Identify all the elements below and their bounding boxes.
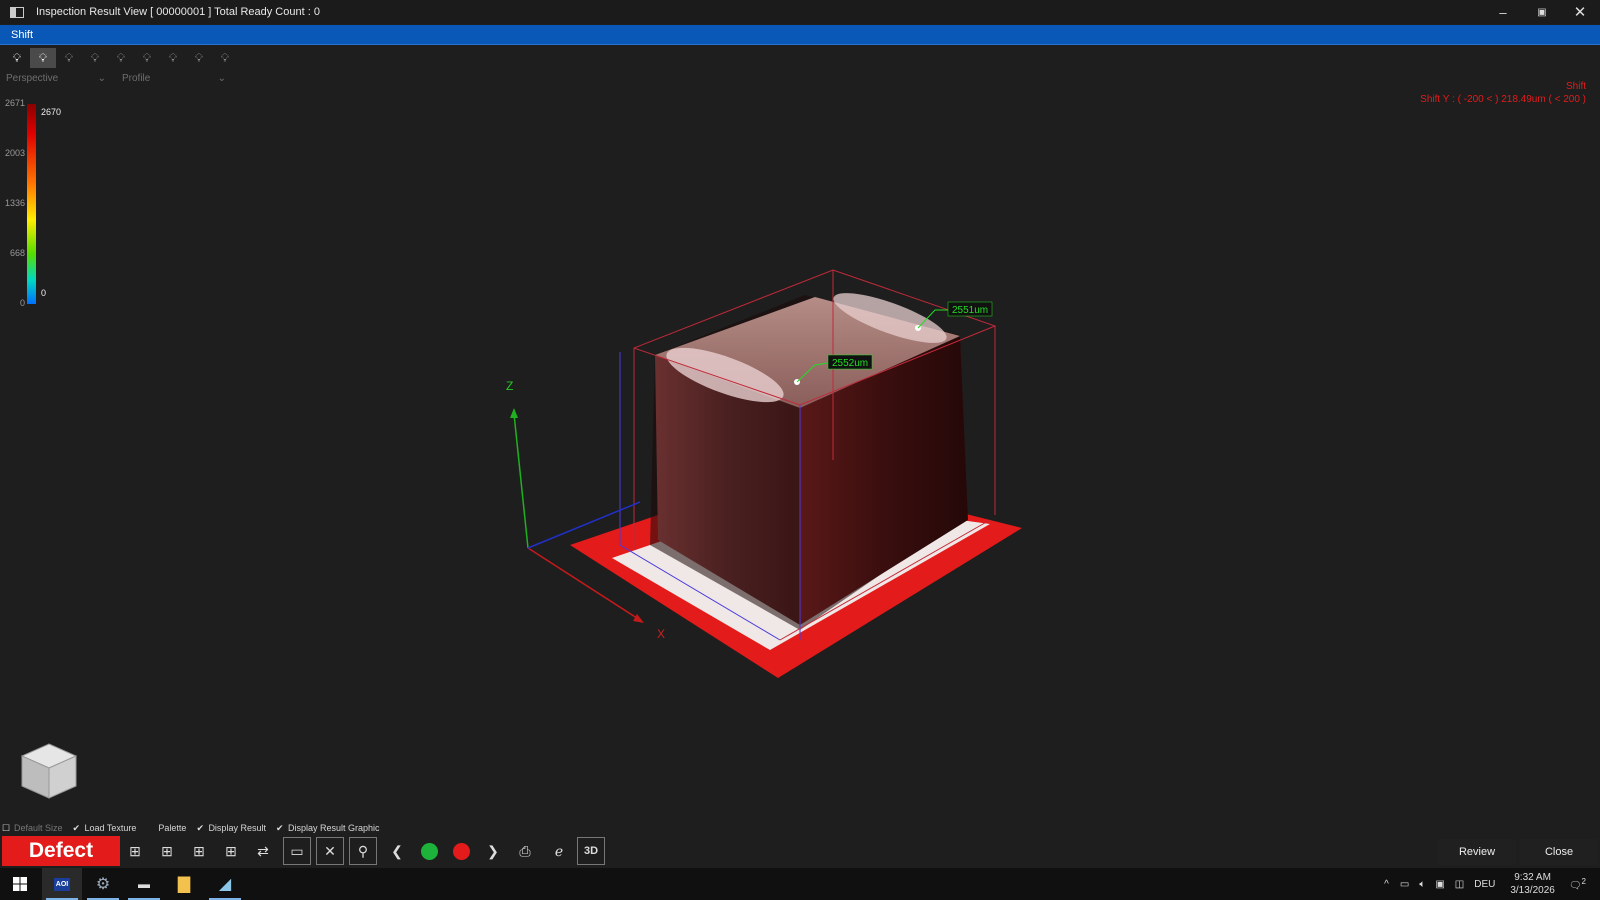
checkmark-icon: ✔ xyxy=(275,822,284,833)
bulb-icon[interactable]: 💡︎ xyxy=(82,48,108,68)
bulb-icon[interactable]: 💡︎ xyxy=(186,48,212,68)
delete-icon[interactable]: ✕ xyxy=(316,837,344,865)
gear-app-icon: ⚙ xyxy=(95,876,111,893)
title-bar: Inspection Result View [ 00000001 ] Tota… xyxy=(0,0,1600,24)
minimize-button[interactable]: – xyxy=(1484,0,1522,24)
roi-select-icon[interactable]: ▭ xyxy=(283,837,311,865)
notifications-icon[interactable]: 🗨︎2 xyxy=(1569,877,1586,891)
bulb-icon[interactable]: 💡︎ xyxy=(160,48,186,68)
3d-view-button[interactable]: 3D xyxy=(577,837,605,865)
clock-date: 3/13/2026 xyxy=(1510,885,1555,896)
bottom-toolbar: Defect ⊞ ⊞ ⊞ ⊞ ⇄ ▭ ✕ ⚲ ❮ ❯ ⎙ ℯ 3D Review… xyxy=(0,836,1600,868)
grid-1x1-icon[interactable]: ⊞ xyxy=(121,837,149,865)
palette-checkbox[interactable]: Palette xyxy=(146,823,186,833)
chevron-down-icon: ⌄ xyxy=(217,72,226,84)
chevron-up-icon[interactable]: ^ xyxy=(1384,879,1389,890)
axis-z-label: Z xyxy=(506,379,513,393)
review-button[interactable]: Review xyxy=(1438,839,1516,865)
window-title: Inspection Result View [ 00000001 ] Tota… xyxy=(36,6,320,18)
checkmark-icon: ✔ xyxy=(196,822,204,833)
taskbar-app-aoi[interactable]: AOI xyxy=(42,868,82,900)
restore-button[interactable]: ▣ xyxy=(1523,0,1561,24)
display-result-graphic-checkbox[interactable]: ✔ Display Result Graphic xyxy=(276,823,380,833)
next-arrow-icon[interactable]: ❯ xyxy=(479,837,507,865)
mode-bar: Shift xyxy=(0,25,1600,45)
print-icon[interactable]: ⎙ xyxy=(511,837,539,865)
grid-4x4-icon[interactable]: ⊞ xyxy=(217,837,245,865)
red-dot-icon xyxy=(452,842,470,860)
taskbar-app-notes[interactable]: ◢ xyxy=(205,868,245,900)
folder-icon: ▇ xyxy=(177,876,191,893)
display-result-checkbox[interactable]: ✔ Display Result xyxy=(196,823,266,833)
bulb-h-icon[interactable]: 💡︎ xyxy=(56,48,82,68)
swap-icon[interactable]: ⇄ xyxy=(249,837,277,865)
taskbar: AOI ⚙ ▬ ▇ ◢ ^ ▭ 🔈︎ ▣ ◫ DEU 9:32 AM 3/13/… xyxy=(0,868,1600,900)
checkmark-icon: ✔ xyxy=(72,822,81,833)
windows-icon xyxy=(13,877,27,891)
start-button[interactable] xyxy=(0,868,40,900)
grid-2x2-icon[interactable]: ⊞ xyxy=(153,837,181,865)
aoi-app-icon: AOI xyxy=(53,877,71,891)
network-icon[interactable]: ▣ xyxy=(1435,879,1444,890)
defect-result-badge: Defect xyxy=(2,836,120,866)
default-size-checkbox[interactable]: ☐ Default Size xyxy=(2,823,63,833)
prev-arrow-icon[interactable]: ❮ xyxy=(383,837,411,865)
measure-back-label: 2551um xyxy=(952,305,988,316)
lighting-toolbar: 💡︎ 💡︎ 💡︎ 💡︎ 💡︎ 💡︎ 💡︎ 💡︎ 💡︎ xyxy=(4,48,238,68)
bulb-icon[interactable]: 💡︎ xyxy=(30,48,56,68)
system-tray: ^ ▭ 🔈︎ ▣ ◫ DEU 9:32 AM 3/13/2026 🗨︎2 xyxy=(1378,868,1600,900)
taskbar-app-viewer[interactable]: ⚙ xyxy=(83,868,123,900)
search-icon[interactable]: ⚲ xyxy=(349,837,377,865)
notes-app-icon: ◢ xyxy=(218,876,232,893)
view-mode-value: Perspective xyxy=(6,72,59,84)
language-indicator[interactable]: DEU xyxy=(1474,879,1495,890)
notification-count: 2 xyxy=(1581,876,1586,886)
mode-label: Shift xyxy=(11,29,34,41)
app-icon xyxy=(10,6,24,18)
measure-front-label: 2552um xyxy=(832,358,868,369)
bulb-icon[interactable]: 💡︎ xyxy=(4,48,30,68)
fail-button[interactable] xyxy=(447,837,475,865)
axis-x-label: X xyxy=(657,627,665,641)
display-options: ☐ Default Size ✔ Load Texture Palette ✔ Dis… xyxy=(2,821,390,835)
clock[interactable]: 9:32 AM 3/13/2026 xyxy=(1510,871,1555,897)
bulb-c-icon[interactable]: 💡︎ xyxy=(134,48,160,68)
checkbox-icon xyxy=(146,824,155,833)
green-dot-icon xyxy=(420,842,438,860)
close-window-button[interactable]: ✕ xyxy=(1561,0,1599,24)
battery-icon[interactable]: ▭ xyxy=(1400,879,1409,890)
security-icon[interactable]: ◫ xyxy=(1455,879,1464,890)
browser-icon[interactable]: ℯ xyxy=(545,837,573,865)
taskbar-app-explorer[interactable]: ▇ xyxy=(164,868,204,900)
profile-select[interactable]: Profile ⌄ xyxy=(122,70,226,86)
close-button[interactable]: Close xyxy=(1520,839,1598,865)
view-mode-select[interactable]: Perspective ⌄ xyxy=(6,70,106,86)
load-texture-checkbox[interactable]: ✔ Load Texture xyxy=(73,823,137,833)
grid-3x3-icon[interactable]: ⊞ xyxy=(185,837,213,865)
volume-icon[interactable]: 🔈︎ xyxy=(1419,879,1425,890)
checkbox-icon: ☐ xyxy=(2,822,11,833)
window-app-icon: ▬ xyxy=(138,877,150,891)
3d-viewport[interactable]: Z X 2552um 2551um xyxy=(0,90,1600,810)
chevron-down-icon: ⌄ xyxy=(97,72,106,84)
clock-time: 9:32 AM xyxy=(1514,872,1551,883)
view-cube-icon[interactable] xyxy=(18,740,80,802)
pass-button[interactable] xyxy=(415,837,443,865)
axis-gizmo: Z X xyxy=(506,379,665,641)
taskbar-app-window[interactable]: ▬ xyxy=(124,868,164,900)
bulb-icon[interactable]: 💡︎ xyxy=(212,48,238,68)
bulb-v-icon[interactable]: 💡︎ xyxy=(108,48,134,68)
profile-value: Profile xyxy=(122,72,151,84)
